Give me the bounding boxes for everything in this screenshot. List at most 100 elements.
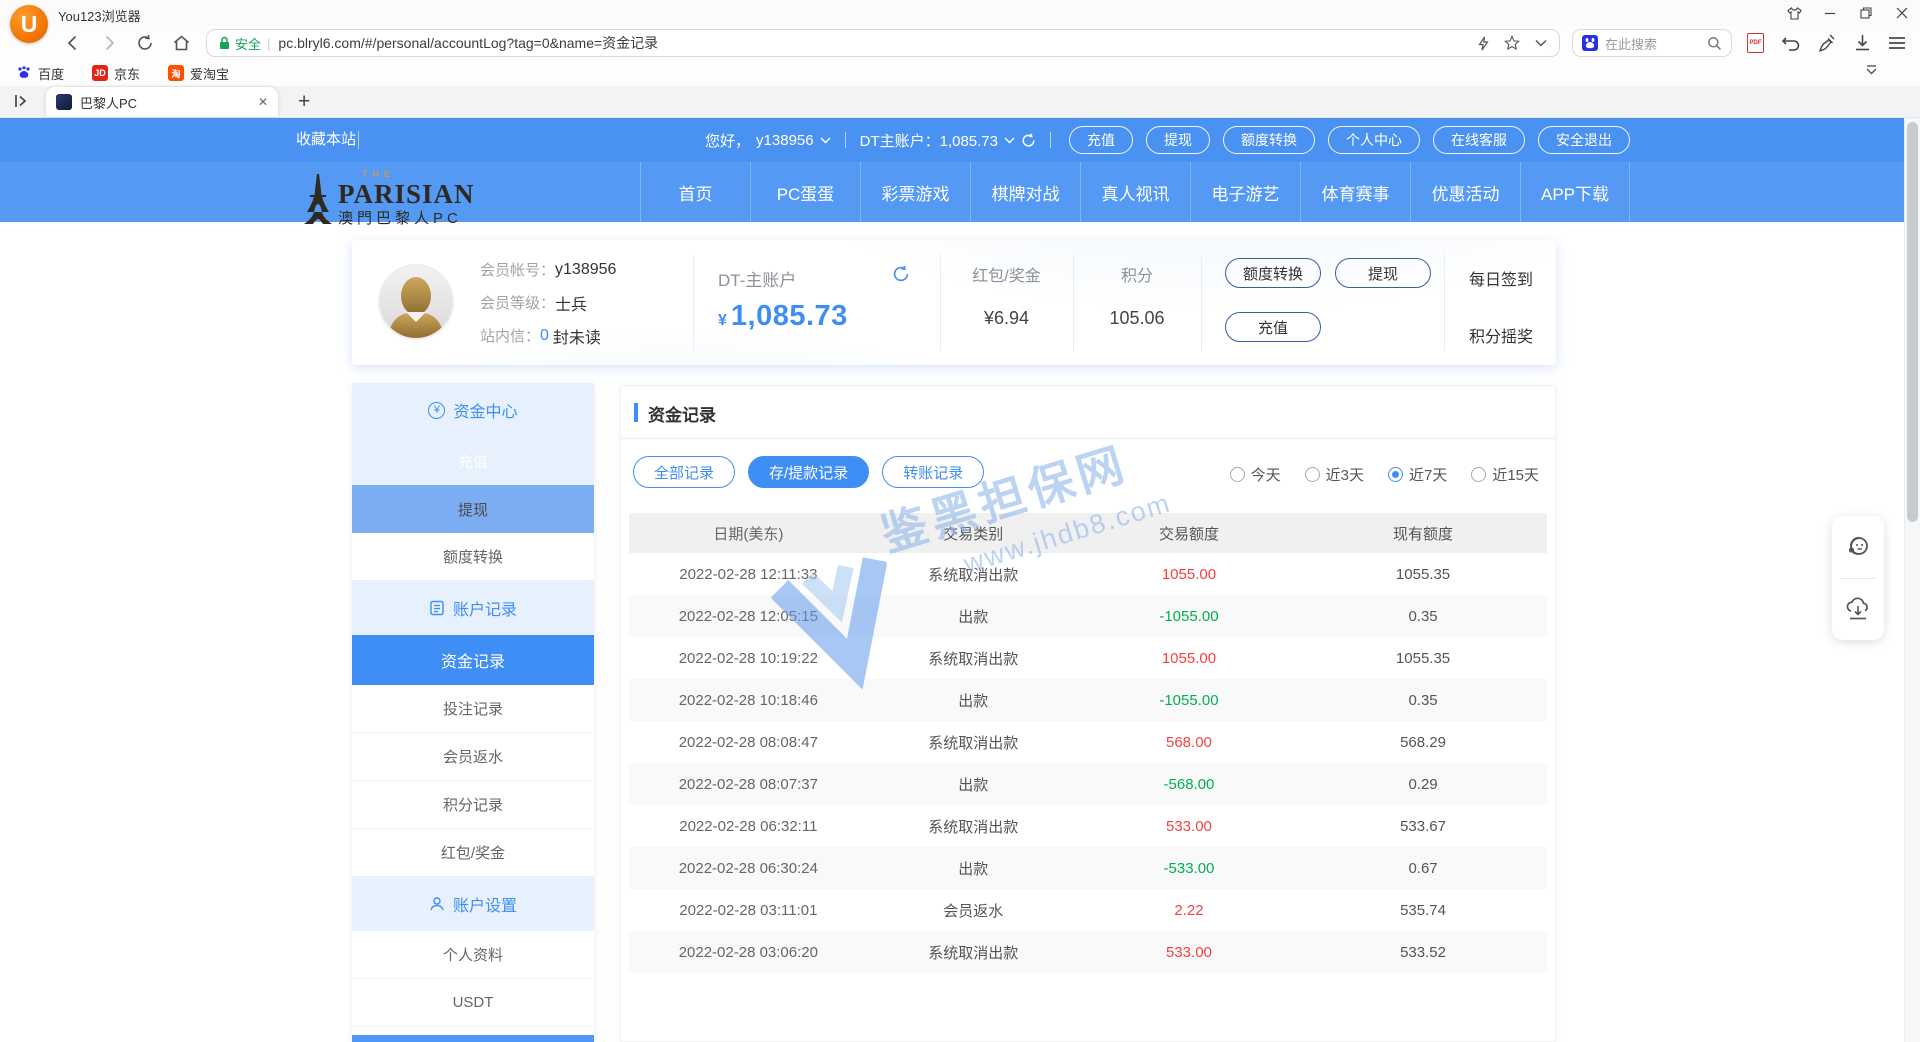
search-icon[interactable] [1707, 36, 1722, 51]
sidebar-item-额度转换[interactable]: 额度转换 [352, 533, 594, 581]
browser-tab[interactable]: 巴黎人PC ✕ [46, 87, 278, 117]
sidebar-item-USDT[interactable]: USDT [352, 979, 594, 1027]
table-row: 2022-02-28 12:11:33系统取消出款1055.001055.35 [629, 553, 1547, 595]
cell-date: 2022-02-28 03:11:01 [629, 902, 868, 919]
avatar[interactable] [378, 264, 454, 340]
table-rows: 2022-02-28 12:11:33系统取消出款1055.001055.35 2… [629, 553, 1547, 973]
tab-title: 巴黎人PC [80, 93, 250, 112]
topbar-button[interactable]: 安全退出 [1538, 126, 1630, 154]
nav-item[interactable]: 真人视讯 [1080, 162, 1190, 222]
filter-tab[interactable]: 转账记录 [882, 456, 984, 488]
wallet-refresh-icon[interactable] [892, 265, 910, 283]
skin-icon[interactable] [1786, 5, 1802, 21]
broom-icon[interactable] [1818, 34, 1837, 53]
user-dropdown[interactable]: 您好，y138956 [705, 130, 831, 151]
nav-item[interactable]: 体育赛事 [1300, 162, 1410, 222]
nav-item[interactable]: 优惠活动 [1410, 162, 1520, 222]
mail-count[interactable]: 0 [540, 327, 549, 345]
undo-icon[interactable] [1781, 34, 1801, 52]
url-text: pc.blryl6.com/#/personal/accountLog?tag=… [278, 33, 658, 53]
download-icon[interactable] [1854, 34, 1871, 52]
bookmark-item[interactable]: 淘爱淘宝 [168, 64, 229, 83]
chevron-down-icon[interactable] [1535, 39, 1547, 47]
record-icon [429, 600, 445, 616]
scrollbar-thumb[interactable] [1907, 122, 1918, 522]
pdf-icon[interactable]: PDF [1747, 33, 1764, 53]
cell-type: 系统取消出款 [868, 942, 1079, 963]
withdraw-button[interactable]: 提现 [1335, 258, 1431, 288]
sidebar-item-提现[interactable]: 提现 [352, 485, 594, 533]
filter-tab[interactable]: 存/提款记录 [748, 456, 869, 488]
browser-search-box[interactable]: 在此搜索 [1572, 29, 1732, 57]
wallet-dropdown[interactable]: DT主账户：1,085.73 [860, 130, 1036, 151]
menu-icon[interactable] [1888, 36, 1906, 50]
home-icon[interactable] [170, 32, 192, 54]
amount-value: -568.00 [1164, 776, 1215, 793]
points-lottery-link[interactable]: 积分摇奖 [1458, 323, 1544, 347]
forward-icon[interactable] [98, 32, 120, 54]
customer-service-icon[interactable] [1845, 534, 1871, 560]
tab-close-icon[interactable]: ✕ [258, 95, 268, 109]
sidebar-items: ¥资金中心充值提现额度转换账户记录资金记录投注记录会员返水积分记录红包/奖金账户… [352, 383, 594, 1027]
range-radio[interactable]: 近7天 [1388, 464, 1447, 485]
cell-balance: 0.35 [1299, 608, 1547, 625]
cell-balance: 533.67 [1299, 818, 1547, 835]
cloud-download-icon[interactable] [1844, 596, 1872, 622]
nav-item[interactable]: 首页 [640, 162, 750, 222]
bookmark-item[interactable]: JD京东 [92, 64, 140, 83]
sidebar-item-资金记录[interactable]: 资金记录 [352, 635, 594, 685]
bookmark-item[interactable]: 百度 [16, 64, 64, 83]
range-radio[interactable]: 今天 [1230, 464, 1281, 485]
daily-signin-link[interactable]: 每日签到 [1458, 266, 1544, 290]
nav-item[interactable]: PC蛋蛋 [750, 162, 860, 222]
deposit-button[interactable]: 充值 [1225, 312, 1321, 342]
minimize-icon[interactable] [1822, 5, 1838, 21]
filter-tab[interactable]: 全部记录 [633, 456, 735, 488]
user-icon [429, 896, 445, 912]
nav-item[interactable]: 彩票游戏 [860, 162, 970, 222]
topbar-button[interactable]: 个人中心 [1328, 126, 1420, 154]
topbar-button[interactable]: 提现 [1146, 126, 1210, 154]
close-icon[interactable] [1894, 5, 1910, 21]
page-scrollbar[interactable] [1904, 118, 1920, 1042]
topbar-button[interactable]: 在线客服 [1433, 126, 1525, 154]
sidepanel-toggle-icon[interactable] [12, 92, 30, 110]
nav-item[interactable]: APP下载 [1520, 162, 1630, 222]
sidebar-item-红包/奖金[interactable]: 红包/奖金 [352, 829, 594, 877]
sidebar-item-投注记录[interactable]: 投注记录 [352, 685, 594, 733]
restore-icon[interactable] [1858, 5, 1874, 21]
topbar-button[interactable]: 额度转换 [1223, 126, 1315, 154]
cell-type: 系统取消出款 [868, 648, 1079, 669]
points-column: 积分 105.06 [1073, 262, 1201, 329]
baidu-icon [16, 65, 32, 81]
nav-item[interactable]: 电子游艺 [1190, 162, 1300, 222]
transfer-button[interactable]: 额度转换 [1225, 258, 1321, 288]
sidebar-item-积分记录[interactable]: 积分记录 [352, 781, 594, 829]
star-icon[interactable] [1504, 35, 1520, 51]
topbar-button[interactable]: 充值 [1069, 126, 1133, 154]
bookmarks-overflow-icon[interactable] [1865, 64, 1878, 76]
sidebar-item-个人资料[interactable]: 个人资料 [352, 931, 594, 979]
topbar-buttons: 充值提现额度转换个人中心在线客服安全退出 [1069, 126, 1630, 154]
new-tab-button[interactable]: + [298, 90, 310, 114]
range-radio[interactable]: 近3天 [1305, 464, 1364, 485]
nav-item[interactable]: 棋牌对战 [970, 162, 1080, 222]
table-row: 2022-02-28 06:32:11系统取消出款533.00533.67 [629, 805, 1547, 847]
refresh-icon[interactable] [1021, 133, 1036, 148]
range-label: 近15天 [1492, 464, 1539, 485]
sidebar-item-会员返水[interactable]: 会员返水 [352, 733, 594, 781]
back-icon[interactable] [62, 32, 84, 54]
search-placeholder: 在此搜索 [1605, 34, 1700, 53]
range-radio[interactable]: 近15天 [1471, 464, 1539, 485]
cell-type: 系统取消出款 [868, 732, 1079, 753]
favorite-site-link[interactable]: 收藏本站 [296, 118, 356, 162]
address-bar[interactable]: 安全 | pc.blryl6.com/#/personal/accountLog… [206, 29, 1560, 57]
column-header: 日期(美东) [629, 523, 868, 544]
cell-date: 2022-02-28 08:08:47 [629, 734, 868, 751]
reload-icon[interactable] [134, 32, 156, 54]
cell-date: 2022-02-28 06:30:24 [629, 860, 868, 877]
table-header-row: 日期(美东)交易类别交易额度现有额度 [629, 513, 1547, 553]
sidebar-item-充值[interactable]: 充值 [352, 437, 594, 485]
site-logo[interactable]: THE PARISIAN 澳門巴黎人PC [298, 170, 475, 226]
flash-icon[interactable] [1478, 36, 1489, 51]
